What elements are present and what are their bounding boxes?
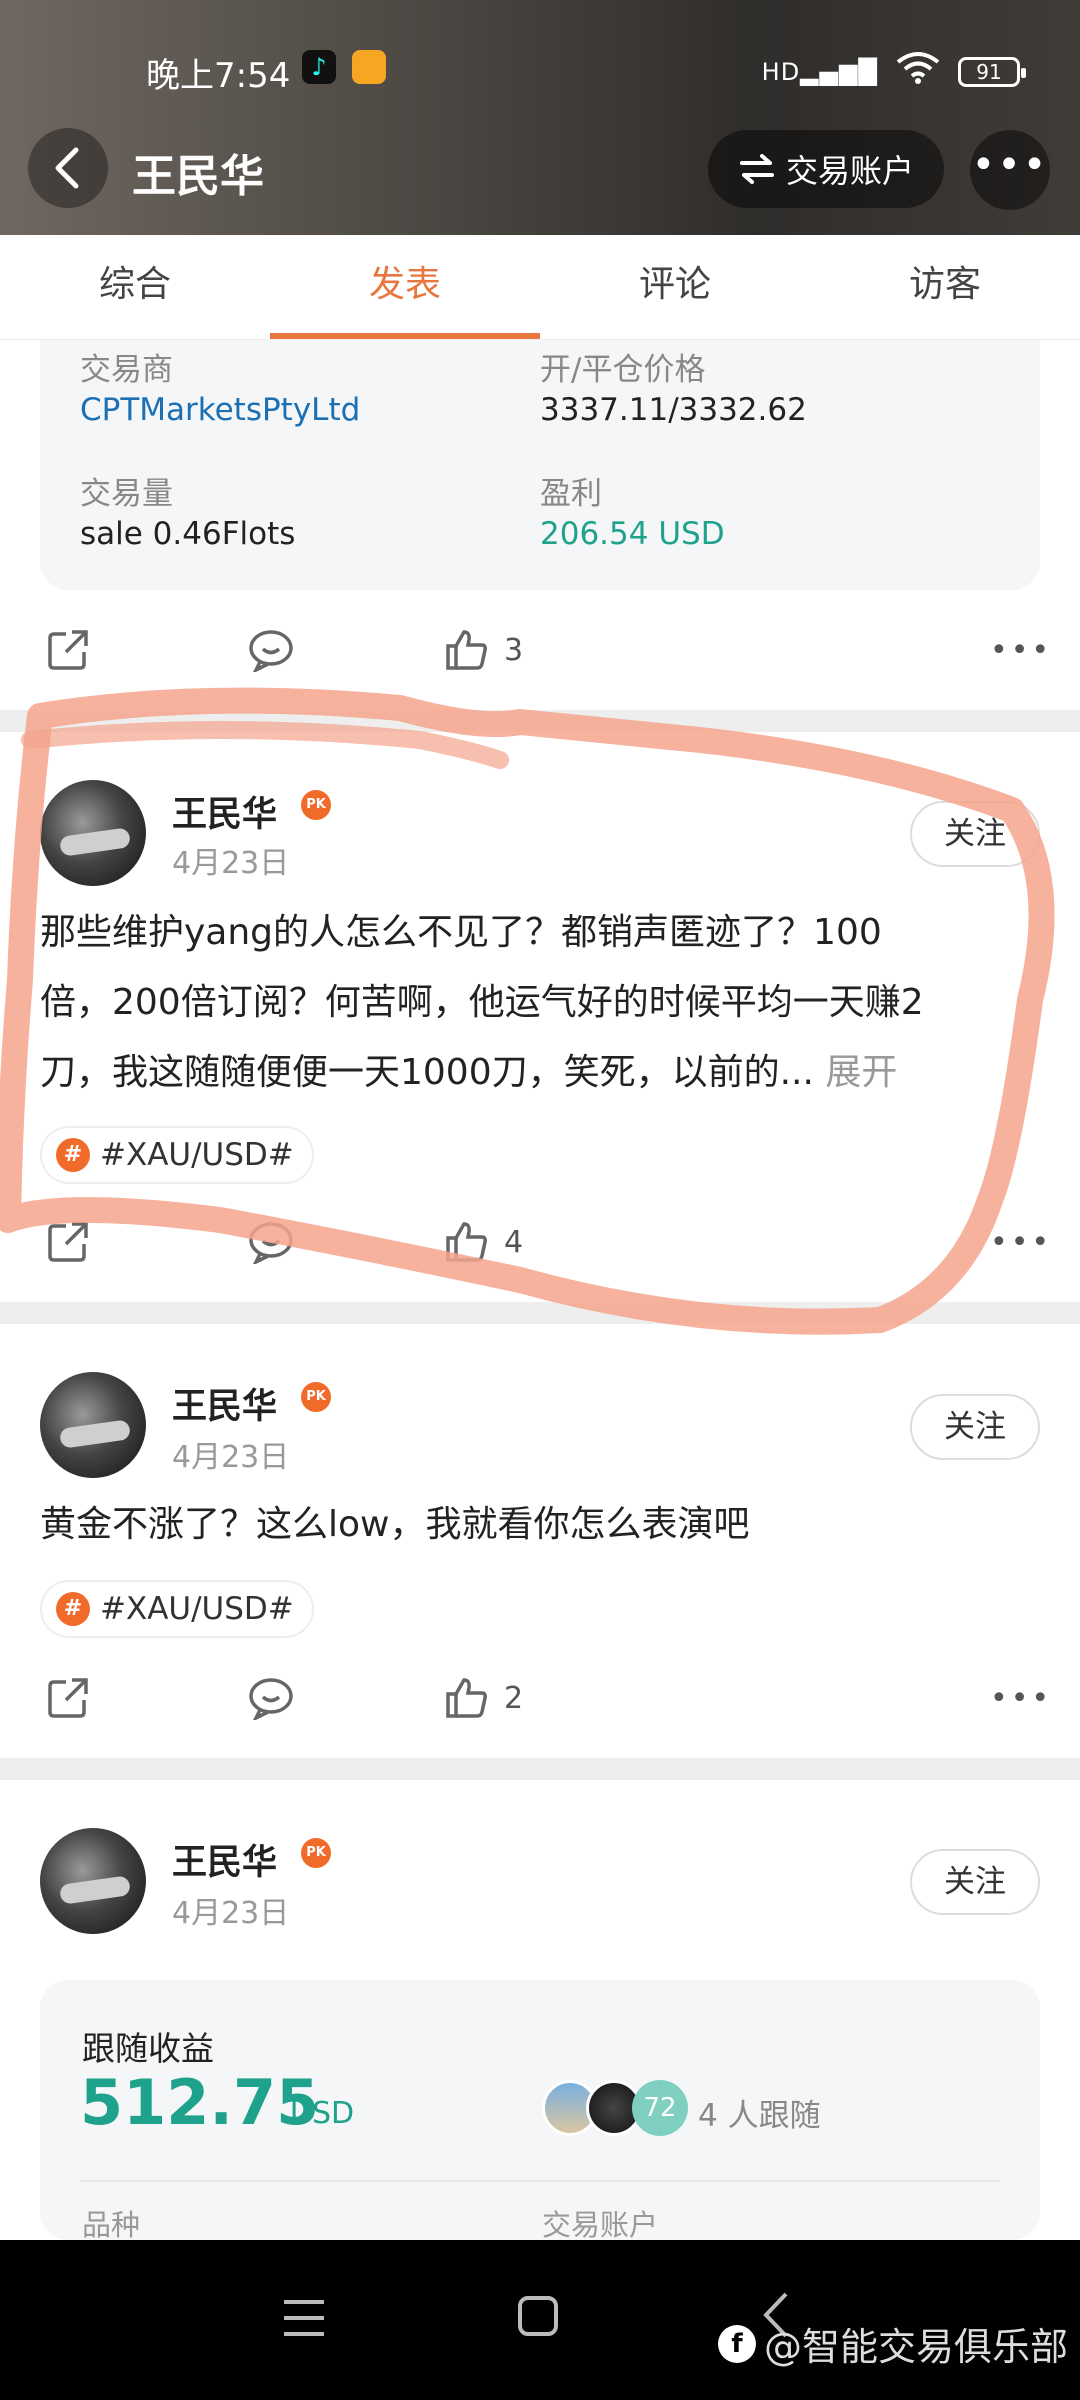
broker-label: 交易商 xyxy=(80,352,173,388)
earnings-value: 512.75 xyxy=(80,2066,320,2139)
profit-label: 盈利 xyxy=(540,476,602,512)
more-actions-button[interactable]: ••• xyxy=(990,610,1052,690)
comment-button[interactable] xyxy=(248,610,294,690)
battery-icon: 91 xyxy=(958,56,1026,87)
signal-label: HD xyxy=(761,57,801,86)
tab-posts[interactable]: 发表 xyxy=(270,235,540,339)
post-action-row: 2 ••• xyxy=(0,1658,1080,1738)
recent-apps-icon[interactable] xyxy=(282,2298,326,2338)
more-actions-button[interactable]: ••• xyxy=(990,1658,1052,1738)
tab-comments[interactable]: 评论 xyxy=(540,235,810,339)
followers-text: 4 人跟随 xyxy=(698,2098,821,2134)
system-nav-bar: f @智能交易俱乐部 xyxy=(0,2240,1080,2400)
broker-link[interactable]: CPTMarketsPtyLtd xyxy=(80,392,360,428)
volume-label: 交易量 xyxy=(80,476,173,512)
divider xyxy=(0,1758,1080,1780)
like-button[interactable]: 2 xyxy=(444,1658,523,1738)
comment-icon xyxy=(249,1678,293,1720)
divider xyxy=(80,2180,1000,2182)
post-author[interactable]: 王民华 xyxy=(172,1834,277,1885)
tab-visitors[interactable]: 访客 xyxy=(810,235,1080,339)
thumbs-up-icon xyxy=(446,1678,487,1718)
signal-icon: HD▂▄▆█ xyxy=(761,57,878,86)
notification-app-icon xyxy=(352,50,386,84)
avatar[interactable] xyxy=(40,1828,146,1934)
post-author[interactable]: 王民华 xyxy=(172,1378,277,1429)
status-time: 晚上7:54 xyxy=(146,56,291,96)
comment-icon xyxy=(249,630,293,672)
wifi-icon xyxy=(896,50,940,93)
post-date: 4月23日 xyxy=(172,1440,290,1475)
tab-bar: 综合 发表 评论 访客 xyxy=(0,235,1080,340)
profit-value: 206.54 USD xyxy=(540,516,725,552)
symbol-label: 品种 xyxy=(82,2208,141,2242)
swap-icon xyxy=(739,154,774,184)
volume-value: sale 0.46Flots xyxy=(80,516,296,552)
follower-count-badge: 72 xyxy=(632,2080,688,2136)
follow-button[interactable]: 关注 xyxy=(910,1394,1040,1460)
share-button[interactable] xyxy=(46,1658,90,1738)
trade-action-row: 3 ••• xyxy=(0,610,1080,690)
follow-button[interactable]: 关注 xyxy=(910,1849,1040,1915)
topic-tag-label: #XAU/USD# xyxy=(100,1591,294,1627)
home-button[interactable] xyxy=(518,2296,558,2336)
share-button[interactable] xyxy=(46,610,90,690)
post-body[interactable]: 黄金不涨了？这么low，我就看你怎么表演吧 xyxy=(40,1490,1040,1560)
follow-earnings-card[interactable]: 跟随收益 512.75 USD 72 4 人跟随 品种 交易账户 xyxy=(40,1980,1040,2242)
trade-account-button[interactable]: 交易账户 xyxy=(708,130,944,208)
comment-button[interactable] xyxy=(248,1658,294,1738)
watermark-logo: f xyxy=(717,2324,756,2363)
price-value: 3337.11/3332.62 xyxy=(540,392,807,428)
highlight-scribble xyxy=(0,687,1055,1335)
earnings-unit: USD xyxy=(290,2096,355,2131)
earnings-label: 跟随收益 xyxy=(82,2029,214,2068)
status-bar: 晚上7:54 ♪ HD▂▄▆█ 91 xyxy=(0,44,1080,96)
watermark-text: @智能交易俱乐部 xyxy=(763,2325,1068,2369)
account-label: 交易账户 xyxy=(542,2208,659,2242)
share-icon xyxy=(48,630,88,670)
page-title: 王民华 xyxy=(132,151,264,202)
avatar[interactable] xyxy=(40,1372,146,1478)
status-right: HD▂▄▆█ 91 xyxy=(761,50,1026,93)
share-icon xyxy=(48,1678,88,1718)
tiktok-icon: ♪ xyxy=(302,50,336,84)
chevron-left-icon xyxy=(55,147,79,189)
tab-overview[interactable]: 综合 xyxy=(0,235,270,339)
trade-info-card: 交易商 CPTMarketsPtyLtd 开/平仓价格 3337.11/3332… xyxy=(40,340,1040,590)
pk-badge-icon: PK xyxy=(301,1382,331,1412)
more-options-button[interactable]: ••• xyxy=(970,130,1050,210)
back-button[interactable] xyxy=(28,128,108,208)
price-label: 开/平仓价格 xyxy=(540,352,706,388)
topic-tag[interactable]: # #XAU/USD# xyxy=(40,1580,314,1638)
trade-account-label: 交易账户 xyxy=(785,152,914,190)
hashtag-icon: # xyxy=(56,1592,90,1626)
profile-header: 晚上7:54 ♪ HD▂▄▆█ 91 王民华 交易账户 ••• xyxy=(0,0,1080,235)
watermark: f @智能交易俱乐部 xyxy=(717,2316,1068,2371)
post-date: 4月23日 xyxy=(172,1896,290,1931)
thumbs-up-icon xyxy=(446,630,487,670)
like-count: 2 xyxy=(504,1680,524,1716)
like-button[interactable]: 3 xyxy=(444,610,523,690)
pk-badge-icon: PK xyxy=(301,1838,331,1868)
like-count: 3 xyxy=(504,632,524,668)
